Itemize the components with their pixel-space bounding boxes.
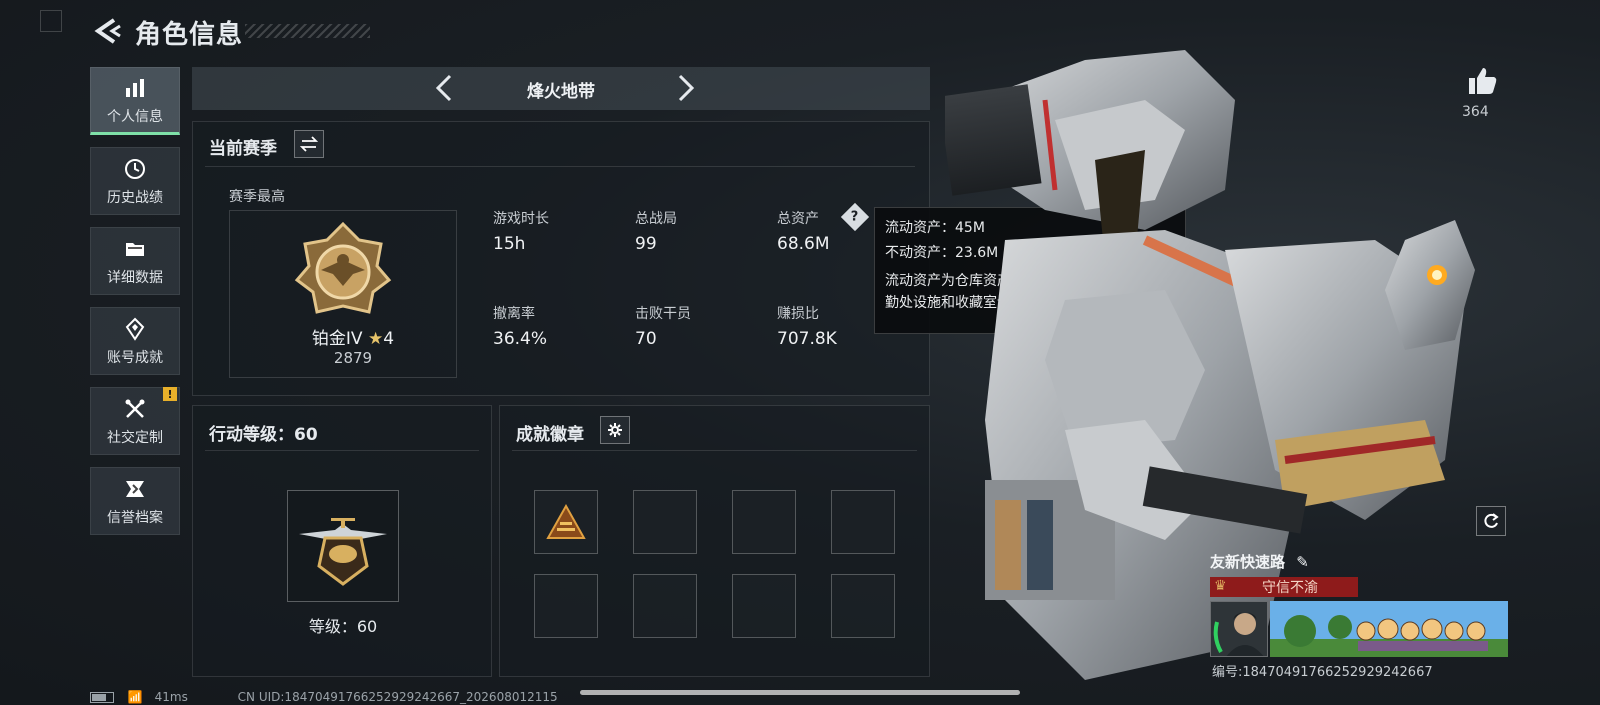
- stat-label-profit-ratio: 赚损比: [777, 306, 819, 322]
- achievement-icon: [121, 315, 149, 343]
- thumbs-up-icon: [1469, 68, 1497, 94]
- divider: [205, 166, 915, 167]
- player-name: 友新快速路: [1210, 553, 1286, 571]
- corner-decoration: [40, 10, 62, 32]
- badge-slot[interactable]: [732, 574, 796, 638]
- clock-icon: [121, 155, 149, 183]
- sidebar-item-label: 个人信息: [107, 109, 163, 125]
- back-arrow-icon: [94, 18, 121, 44]
- badge-slot[interactable]: [831, 574, 895, 638]
- badge-slot[interactable]: [534, 574, 598, 638]
- stat-label-playtime: 游戏时长: [493, 211, 549, 227]
- like-count: 364: [1462, 104, 1489, 120]
- badge-slot[interactable]: [732, 490, 796, 554]
- stat-label-kills: 击败干员: [635, 306, 691, 322]
- back-button[interactable]: [90, 14, 124, 48]
- stat-value-profit-ratio: 707.8K: [777, 329, 837, 349]
- like-button[interactable]: [1466, 64, 1500, 98]
- swap-icon: [300, 136, 318, 152]
- honor-emblem-icon: ♛: [1214, 578, 1227, 594]
- rank-name-row: 铂金IV ★4: [293, 324, 413, 349]
- rank-stars: 4: [383, 329, 395, 349]
- player-name-row: 友新快速路 ✎: [1210, 551, 1309, 572]
- mode-selector: 烽火地带: [192, 67, 930, 110]
- avatar-image: [1211, 602, 1267, 656]
- credit-shield-icon: [121, 475, 149, 503]
- stat-value-playtime: 15h: [493, 234, 526, 254]
- star-icon: ★: [367, 329, 384, 349]
- stat-value-total-assets: 68.6M: [777, 234, 830, 254]
- sidebar-item-label: 社交定制: [107, 430, 163, 446]
- help-icon[interactable]: ?: [840, 202, 870, 232]
- divider: [512, 450, 917, 451]
- divider: [205, 450, 479, 451]
- action-level-panel: 行动等级：60 等级：60: [192, 405, 492, 677]
- badges-title: 成就徽章: [516, 425, 584, 445]
- switch-season-button[interactable]: [294, 130, 324, 158]
- home-indicator[interactable]: [580, 690, 1020, 695]
- next-mode-button[interactable]: [668, 71, 702, 105]
- sidebar-item-history[interactable]: 历史战绩: [90, 147, 180, 215]
- level-text: 等级：60: [308, 617, 378, 636]
- pyramid-badge-icon: [546, 503, 586, 539]
- stat-label-total-matches: 总战局: [635, 211, 677, 227]
- sidebar-item-label: 账号成就: [107, 350, 163, 366]
- helicopter-badge-icon: [299, 518, 387, 586]
- season-panel: 当前赛季 赛季最高 铂金IV ★4 2879 游戏时长 15h 总战局 99 总…: [192, 121, 930, 396]
- warning-badge: !: [163, 387, 177, 401]
- sidebar-item-label: 信誉档案: [107, 510, 163, 526]
- shiba-banner-image: [1270, 601, 1508, 657]
- player-banner[interactable]: [1270, 601, 1508, 657]
- honor-title-bar: ♛ 守信不渝: [1210, 577, 1358, 597]
- season-title: 当前赛季: [209, 139, 277, 159]
- sidebar-item-social-custom[interactable]: ! 社交定制: [90, 387, 180, 455]
- sidebar-item-detailed-data[interactable]: 详细数据: [90, 227, 180, 295]
- chevron-right-icon: [678, 74, 695, 102]
- rank-medal-icon: [293, 220, 393, 324]
- uid-text: CN UID:18470491766252929242667_202608012…: [237, 690, 558, 704]
- edit-icon[interactable]: ✎: [1296, 553, 1309, 571]
- stat-value-total-matches: 99: [635, 234, 657, 254]
- badge-settings-button[interactable]: [600, 416, 630, 444]
- rank-name: 铂金IV: [311, 329, 363, 349]
- badge-slot[interactable]: [534, 490, 598, 554]
- season-best-label: 赛季最高: [229, 189, 285, 205]
- achievement-badges-panel: 成就徽章: [499, 405, 930, 677]
- title-decoration: [245, 24, 370, 38]
- sidebar-item-label: 历史战绩: [107, 190, 163, 206]
- level-badge-frame: [287, 490, 399, 602]
- stat-value-kills: 70: [635, 329, 657, 349]
- sidebar-item-credit-record[interactable]: 信誉档案: [90, 467, 180, 535]
- sidebar-item-label: 详细数据: [107, 270, 163, 286]
- folder-icon: [121, 235, 149, 263]
- player-id: 编号:18470491766252929242667: [1212, 665, 1433, 680]
- badge-slot[interactable]: [633, 490, 697, 554]
- page-title: 角色信息: [135, 20, 244, 50]
- rank-points: 2879: [333, 349, 373, 367]
- bar-chart-icon: [121, 74, 149, 102]
- sidebar-item-personal-info[interactable]: 个人信息: [90, 67, 180, 135]
- tools-icon: [121, 395, 149, 423]
- stat-value-extraction-rate: 36.4%: [493, 329, 548, 349]
- refresh-icon: [1484, 513, 1499, 528]
- battery-icon: [90, 692, 114, 703]
- honor-title: 守信不渝: [1262, 580, 1318, 596]
- stat-label-extraction-rate: 撤离率: [493, 306, 535, 322]
- gear-icon: [608, 423, 622, 437]
- badge-slot[interactable]: [633, 574, 697, 638]
- status-bar: 📶 41ms CN UID:18470491766252929242667_20…: [90, 690, 558, 704]
- wifi-icon: 📶: [127, 690, 143, 704]
- action-level-title: 行动等级：60: [209, 425, 318, 445]
- stat-label-total-assets: 总资产: [777, 211, 819, 227]
- sidebar-item-achievements[interactable]: 账号成就: [90, 307, 180, 375]
- refresh-button[interactable]: [1476, 506, 1506, 536]
- badge-slot[interactable]: [831, 490, 895, 554]
- ping-value: 41ms: [154, 690, 188, 704]
- mode-title: 烽火地带: [527, 82, 595, 102]
- avatar[interactable]: [1210, 601, 1268, 657]
